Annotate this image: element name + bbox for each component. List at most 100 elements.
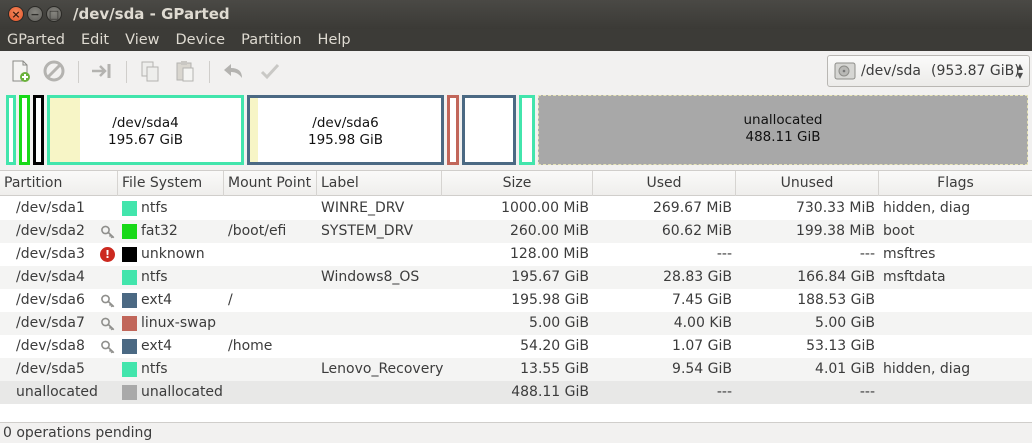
cell-flags: hidden, diag: [883, 361, 971, 377]
delete-icon[interactable]: [42, 59, 66, 83]
cell-unused: 166.84 GiB: [797, 269, 875, 285]
cell-label: Windows8_OS: [321, 269, 420, 285]
cell-size: 128.00 MiB: [509, 246, 589, 262]
minimize-window-button[interactable]: −: [27, 6, 43, 22]
cell-partition: /dev/sda7: [16, 315, 85, 331]
toolbar-separator: [126, 61, 127, 83]
map-label-sda6: /dev/sda6 195.98 GiB: [307, 115, 383, 148]
toolbar-separator: [209, 61, 210, 83]
cell-file-system: ext4: [141, 338, 173, 354]
cell-used: 60.62 MiB: [661, 223, 732, 239]
cell-used: 9.54 GiB: [672, 361, 732, 377]
map-segment-sda4[interactable]: /dev/sda4 195.67 GiB: [47, 95, 244, 165]
map-segment-sda2[interactable]: [19, 95, 30, 165]
table-row[interactable]: /dev/sda2 fat32/boot/efi SYSTEM_DRV 260.00 …: [0, 220, 1032, 243]
resize-move-icon[interactable]: [90, 59, 114, 83]
cell-used: 28.83 GiB: [663, 269, 732, 285]
menu-partition[interactable]: Partition: [233, 29, 309, 51]
cell-file-system: linux-swap: [141, 315, 217, 331]
apply-icon[interactable]: [258, 59, 282, 83]
column-header-file-system[interactable]: File System: [118, 171, 224, 196]
menu-edit[interactable]: Edit: [73, 29, 117, 51]
key-icon: [101, 294, 115, 308]
column-header-flags[interactable]: Flags: [879, 171, 1032, 196]
copy-icon[interactable]: [138, 59, 162, 83]
status-bar: 0 operations pending: [0, 422, 1032, 443]
cell-partition: /dev/sda1: [16, 200, 85, 216]
cell-size: 54.20 GiB: [520, 338, 589, 354]
close-window-button[interactable]: ×: [8, 6, 24, 22]
cell-file-system: ntfs: [141, 361, 168, 377]
maximize-window-button[interactable]: □: [46, 6, 62, 22]
cell-used: ---: [716, 384, 732, 400]
fs-color-swatch: [122, 201, 137, 216]
paste-icon[interactable]: [173, 59, 197, 83]
table-row[interactable]: /dev/sda7 linux-swap 5.00 GiB 4.00 KiB 5.00 …: [0, 312, 1032, 335]
column-header-mount-point[interactable]: Mount Point: [224, 171, 317, 196]
table-row[interactable]: /dev/sda6 ext4 / 195.98 GiB 7.45 GiB 188.53 G…: [0, 289, 1032, 312]
cell-file-system: unknown: [141, 246, 205, 262]
device-size: (953.87 GiB): [930, 63, 1020, 79]
column-header-used[interactable]: Used: [593, 171, 736, 196]
menu-help[interactable]: Help: [310, 29, 359, 51]
cell-file-system: fat32: [141, 223, 178, 239]
map-segment-sda1[interactable]: [6, 95, 16, 165]
cell-used: 1.07 GiB: [672, 338, 732, 354]
status-text: 0 operations pending: [3, 425, 153, 441]
partition-map: /dev/sda4 195.67 GiB /dev/sda6 195.98 GiB …: [0, 91, 1032, 169]
device-selector[interactable]: /dev/sda (953.87 GiB) ▲ ▼: [827, 55, 1030, 87]
menu-gparted[interactable]: GParted: [0, 29, 73, 51]
cell-used: ---: [716, 246, 732, 262]
cell-file-system: ntfs: [141, 200, 168, 216]
cell-partition: /dev/sda8: [16, 338, 85, 354]
cell-file-system: unallocated: [141, 384, 223, 400]
menu-device[interactable]: Device: [168, 29, 234, 51]
table-row[interactable]: /dev/sda5 ntfs Lenovo_Recovery 13.55 GiB 9.5…: [0, 358, 1032, 381]
cell-unused: 4.01 GiB: [815, 361, 875, 377]
cell-size: 5.00 GiB: [529, 315, 589, 331]
new-partition-icon[interactable]: [8, 59, 32, 83]
partition-table: Partition File System Mount Point Label …: [0, 170, 1032, 422]
table-row[interactable]: /dev/sda8 ext4/home 54.20 GiB 1.07 GiB 53.13…: [0, 335, 1032, 358]
cell-partition: /dev/sda6: [16, 292, 85, 308]
cell-unused: 730.33 MiB: [795, 200, 875, 216]
cell-label: Lenovo_Recovery: [321, 361, 444, 377]
column-header-label[interactable]: Label: [317, 171, 442, 196]
cell-mount-point: /boot/efi: [228, 223, 287, 239]
column-header-partition[interactable]: Partition: [0, 171, 118, 196]
table-row[interactable]: /dev/sda3! unknown 128.00 MiB --- --- msftres: [0, 243, 1032, 266]
map-segment-sda5[interactable]: [519, 95, 535, 165]
map-segment-sda7[interactable]: [447, 95, 459, 165]
cell-mount-point: /home: [228, 338, 273, 354]
cell-size: 13.55 GiB: [520, 361, 589, 377]
cell-size: 195.98 GiB: [511, 292, 589, 308]
map-segment-sda8[interactable]: [462, 95, 516, 165]
map-segment-unallocated[interactable]: unallocated 488.11 GiB: [538, 95, 1028, 165]
map-segment-sda3[interactable]: [33, 95, 44, 165]
column-header-unused[interactable]: Unused: [736, 171, 879, 196]
table-row[interactable]: /dev/sda4 ntfs Windows8_OS 195.67 GiB 28.83 …: [0, 266, 1032, 289]
map-label-unallocated: unallocated 488.11 GiB: [743, 112, 823, 145]
table-row[interactable]: /dev/sda1 ntfs WINRE_DRV 1000.00 MiB 269.67 …: [0, 197, 1032, 220]
warning-icon: !: [100, 247, 115, 262]
undo-icon[interactable]: [222, 59, 246, 83]
cell-flags: boot: [883, 223, 915, 239]
cell-used: 4.00 KiB: [673, 315, 732, 331]
cell-unused: ---: [859, 246, 875, 262]
column-header-size[interactable]: Size: [442, 171, 593, 196]
table-row[interactable]: unallocated unallocated 488.11 GiB --- ---: [0, 381, 1032, 404]
map-segment-sda6[interactable]: /dev/sda6 195.98 GiB: [247, 95, 444, 165]
cell-partition: /dev/sda4: [16, 269, 85, 285]
cell-unused: 5.00 GiB: [815, 315, 875, 331]
fs-color-swatch: [122, 270, 137, 285]
hard-disk-icon: [834, 62, 856, 80]
cell-label: WINRE_DRV: [321, 200, 405, 216]
toolbar-separator: [78, 61, 79, 83]
key-icon: [101, 340, 115, 354]
fs-color-swatch: [122, 362, 137, 377]
table-header: Partition File System Mount Point Label …: [0, 171, 1032, 196]
menu-view[interactable]: View: [117, 29, 167, 51]
cell-partition: unallocated: [16, 384, 98, 400]
fs-color-swatch: [122, 316, 137, 331]
cell-used: 269.67 MiB: [652, 200, 732, 216]
